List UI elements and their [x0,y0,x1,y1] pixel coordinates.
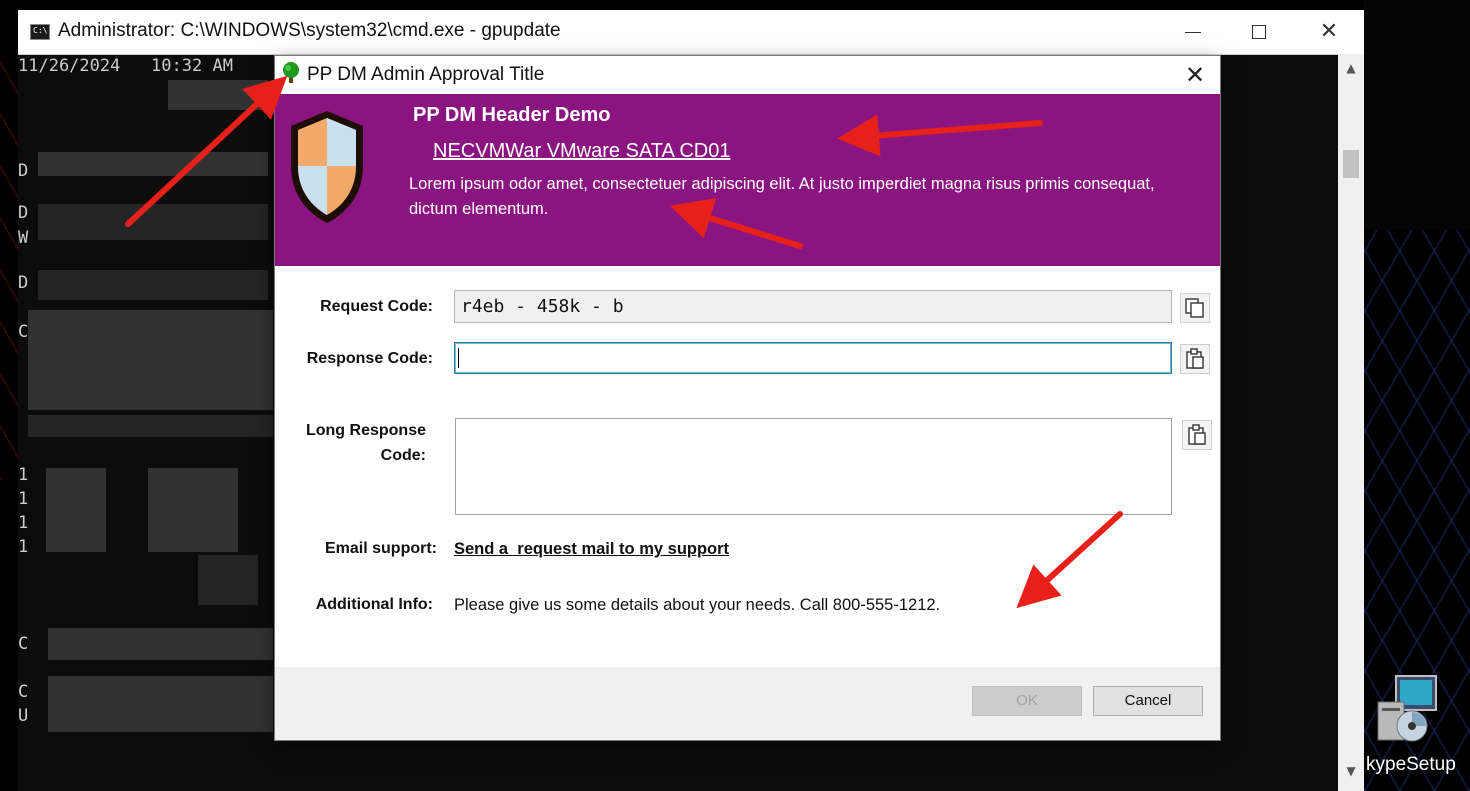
obscured-text [46,468,106,552]
obscured-text [48,628,273,660]
response-code-input[interactable] [454,342,1172,374]
minimize-button[interactable] [1158,10,1228,54]
setup-installer-icon[interactable] [1372,672,1444,744]
cmd-line-prefix: D [18,203,29,223]
cmd-line-prefix: 1 [18,513,29,533]
cmd-line-prefix: 1 [18,489,29,509]
cmd-line-prefix: 1 [18,465,29,485]
minimize-icon [1185,31,1201,33]
request-code-label: Request Code: [320,298,433,315]
paste-icon [1188,424,1206,445]
tree-icon [283,62,299,83]
copy-icon [1185,298,1204,318]
cmd-line-prefix: D [18,161,29,181]
close-icon: ✕ [1319,19,1339,44]
copy-request-code-button[interactable] [1180,293,1210,323]
desktop-background-top [1364,0,1470,230]
dialog-titlebar[interactable]: PP DM Admin Approval Title ✕ [275,56,1220,94]
obscured-text [28,310,273,410]
long-response-code-label-line2: Code: [380,447,426,464]
obscured-text [48,676,273,732]
paste-icon [1186,348,1204,369]
cmd-titlebar[interactable]: C:\ Administrator: C:\WINDOWS\system32\c… [18,10,1364,55]
additional-info-label: Additional Info: [315,596,433,613]
request-code-field[interactable]: r4eb - 458k - b [454,290,1172,323]
cmd-window-title: Administrator: C:\WINDOWS\system32\cmd.e… [58,20,561,41]
scroll-down-icon[interactable]: ▼ [1338,759,1364,783]
cmd-line-prefix: C [18,322,29,342]
paste-long-response-code-button[interactable] [1182,420,1212,450]
long-response-code-textarea[interactable] [455,418,1172,515]
maximize-icon [1252,25,1266,39]
cmd-close-button[interactable]: ✕ [1294,10,1364,54]
scroll-up-icon[interactable]: ▲ [1338,56,1364,80]
ok-button[interactable]: OK [972,686,1082,716]
paste-response-code-button[interactable] [1180,344,1210,374]
obscured-text [168,80,268,110]
scrollbar-thumb[interactable] [1343,150,1359,178]
desktop-icon-label[interactable]: kypeSetup [1366,754,1456,776]
header-title: PP DM Header Demo [413,104,611,126]
email-support-label: Email support: [324,540,437,557]
obscured-text [38,270,268,300]
header-description: Lorem ipsum odor amet, consectetuer adip… [409,175,1155,218]
obscured-text [198,555,258,605]
cmd-timestamp: 11/26/2024 10:32 AM [18,56,233,76]
approval-dialog[interactable]: PP DM Admin Approval Title ✕ PP DM Heade… [275,56,1220,740]
obscured-text [38,204,268,240]
shield-icon [291,111,363,223]
dialog-footer: OK Cancel [275,667,1220,740]
cancel-button[interactable]: Cancel [1093,686,1203,716]
long-response-code-label-line1: Long Response [305,422,426,439]
email-support-link[interactable]: Send a request mail to my support [454,540,729,559]
cmd-icon: C:\ [30,24,50,40]
cmd-line-prefix: C [18,682,29,702]
cmd-line-prefix: 1 [18,537,29,557]
cmd-line-prefix: U [18,706,29,726]
text-cursor [458,348,459,368]
dialog-title: PP DM Admin Approval Title [307,64,545,85]
response-code-label: Response Code: [306,350,433,367]
cmd-line-prefix: W [18,228,29,248]
obscured-text [28,415,273,437]
dialog-close-button[interactable]: ✕ [1177,60,1213,90]
maximize-button[interactable] [1224,10,1294,54]
cmd-line-prefix: D [18,273,29,293]
dialog-header-banner: PP DM Header Demo NECVMWar VMware SATA C… [275,94,1220,266]
obscured-text [38,152,268,176]
header-device-link[interactable]: NECVMWar VMware SATA CD01 [433,140,730,163]
cmd-scrollbar[interactable]: ▲ ▼ [1338,54,1364,791]
cmd-line-prefix: C [18,634,29,654]
additional-info-text: Please give us some details about your n… [454,596,941,614]
obscured-text [148,468,238,552]
